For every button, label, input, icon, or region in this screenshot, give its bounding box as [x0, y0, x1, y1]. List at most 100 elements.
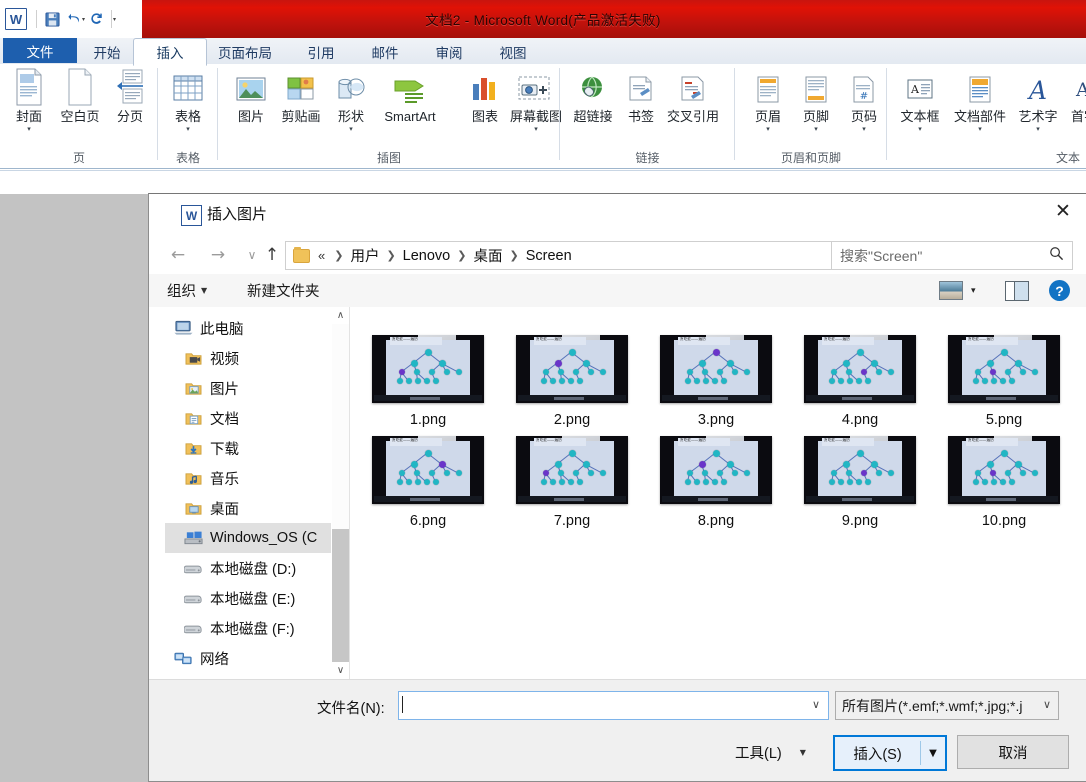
up-button[interactable]: ↑	[257, 240, 287, 270]
file-item[interactable]: 贪吃蛇——遍历 5.png	[936, 335, 1072, 428]
scrollbar-thumb[interactable]	[332, 529, 349, 664]
file-type-filter[interactable]: 所有图片(*.emf;*.wmf;*.jpg;*.j ∨	[835, 691, 1059, 720]
chevron-down-icon[interactable]: ▾	[918, 126, 922, 134]
tab-review[interactable]: 审阅	[412, 38, 486, 66]
ribbon-page-break[interactable]: 分页	[101, 68, 159, 124]
forward-button[interactable]: →	[203, 240, 233, 270]
file-item[interactable]: 贪吃蛇——遍历 2.png	[504, 335, 640, 428]
file-item[interactable]: 贪吃蛇——遍历 9.png	[792, 436, 928, 529]
sidebar-item-disk-e[interactable]: 本地磁盘 (E:)	[165, 583, 341, 613]
navigation-pane-scrollbar[interactable]: ∧ ∨	[331, 307, 349, 679]
graph-node	[438, 460, 446, 468]
sidebar-item-music[interactable]: 音乐	[165, 463, 341, 493]
ribbon-table[interactable]: 表格 ▾	[159, 68, 217, 134]
view-mode-dropdown[interactable]: ▾	[971, 278, 976, 303]
redo-icon[interactable]	[85, 8, 107, 30]
organize-button[interactable]: 组织 ▼	[167, 279, 207, 302]
tools-button[interactable]: 工具(L) ▼	[735, 738, 806, 766]
file-thumbnail: 贪吃蛇——遍历	[804, 436, 916, 504]
sidebar-item-disk-d[interactable]: 本地磁盘 (D:)	[165, 553, 341, 583]
sidebar-item-documents[interactable]: 文档	[165, 403, 341, 433]
word-app-icon[interactable]: W	[5, 8, 27, 30]
help-button[interactable]: ?	[1049, 278, 1070, 303]
insert-dropdown-icon[interactable]: ▼	[921, 748, 945, 759]
back-button[interactable]: ←	[163, 240, 193, 270]
ribbon-label: 页脚	[802, 109, 829, 124]
sidebar-item-this-pc[interactable]: 此电脑	[165, 313, 341, 343]
sidebar-item-downloads[interactable]: 下载	[165, 433, 341, 463]
tab-file[interactable]: 文件	[3, 38, 77, 63]
search-input[interactable]: 搜索"Screen"	[831, 241, 1073, 270]
sidebar-item-desktop[interactable]: 桌面	[165, 493, 341, 523]
chevron-down-icon[interactable]: ▾	[814, 126, 818, 134]
file-item[interactable]: 贪吃蛇——遍历 1.png	[360, 335, 496, 428]
ribbon-group-header-footer: 页眉 ▾ 页脚 ▾ # 页码 ▾ 页眉和页脚	[735, 64, 887, 168]
file-thumbnail: 贪吃蛇——遍历	[516, 436, 628, 504]
scroll-down-icon[interactable]: ∨	[332, 662, 349, 679]
chevron-down-icon[interactable]: ▾	[1036, 126, 1040, 134]
close-icon[interactable]: ✕	[1041, 194, 1085, 228]
graph-node	[415, 479, 421, 485]
chevron-down-icon[interactable]: ▾	[766, 126, 770, 134]
tab-page-layout[interactable]: 页面布局	[196, 38, 294, 66]
sidebar-item-network[interactable]: 网络	[165, 643, 341, 673]
tab-mailings[interactable]: 邮件	[348, 38, 422, 66]
scroll-up-icon[interactable]: ∧	[332, 307, 349, 324]
scrollbar-track[interactable]	[332, 324, 349, 664]
search-icon[interactable]	[1049, 246, 1064, 261]
graph-node	[975, 470, 981, 476]
sidebar-item-disk-f[interactable]: 本地磁盘 (F:)	[165, 613, 341, 643]
chevron-down-icon[interactable]: ▾	[862, 126, 866, 134]
chevron-down-icon: ▼	[201, 286, 208, 295]
view-mode-button[interactable]	[939, 278, 963, 303]
tab-references[interactable]: 引用	[284, 38, 358, 66]
breadcrumb-overflow[interactable]: «	[318, 248, 325, 263]
file-item[interactable]: 贪吃蛇——遍历 3.png	[648, 335, 784, 428]
breadcrumb-item-screen[interactable]: Screen	[526, 248, 572, 264]
cancel-button[interactable]: 取消	[957, 735, 1069, 769]
new-folder-button[interactable]: 新建文件夹	[247, 279, 320, 302]
chevron-down-icon[interactable]: ▾	[978, 126, 982, 134]
graph-node	[687, 369, 693, 375]
breadcrumb-item-lenovo[interactable]: Lenovo	[403, 248, 451, 264]
ribbon-cover-page[interactable]: 封面 ▾	[0, 68, 58, 134]
graph-node	[865, 479, 871, 485]
ribbon-smartart[interactable]: SmartArt	[369, 68, 451, 124]
insert-button[interactable]: 插入(S) ▼	[833, 735, 947, 771]
ribbon-group-table: 表格 ▾ 表格	[158, 64, 218, 168]
graph-node	[568, 378, 574, 384]
graph-node	[550, 378, 556, 384]
breadcrumb-item-users[interactable]: 用户	[350, 245, 379, 266]
chevron-down-icon[interactable]: ▾	[186, 126, 190, 134]
filename-input[interactable]: ∨	[398, 691, 829, 720]
thumbnail-image: 贪吃蛇——遍历	[804, 436, 916, 504]
sidebar-item-videos[interactable]: 视频	[165, 343, 341, 373]
sidebar-item-windows-os[interactable]: Windows_OS (C	[165, 523, 341, 553]
chevron-down-icon[interactable]: ▾	[534, 126, 538, 134]
file-item[interactable]: 贪吃蛇——遍历 4.png	[792, 335, 928, 428]
divider	[36, 10, 37, 28]
graph-node	[554, 460, 562, 468]
tab-insert[interactable]: 插入	[133, 38, 207, 66]
file-item[interactable]: 贪吃蛇——遍历 8.png	[648, 436, 784, 529]
graph-node	[414, 369, 420, 375]
file-item[interactable]: 贪吃蛇——遍历 10.png	[936, 436, 1072, 529]
preview-pane-button[interactable]	[1005, 278, 1029, 303]
chevron-down-icon[interactable]: ▾	[349, 126, 353, 134]
ribbon-page-number[interactable]: # 页码 ▾	[835, 68, 893, 134]
ribbon-dropcap[interactable]: A 首字	[1055, 68, 1086, 124]
tab-view[interactable]: 视图	[476, 38, 550, 66]
chevron-down-icon[interactable]: ▾	[27, 126, 31, 134]
save-icon[interactable]	[41, 8, 63, 30]
customize-qat-icon[interactable]: ▾	[113, 16, 116, 23]
sidebar-item-pictures[interactable]: 图片	[165, 373, 341, 403]
ribbon-cross-reference[interactable]: 交叉引用	[658, 68, 728, 124]
filename-dropdown-icon[interactable]: ∨	[812, 698, 820, 711]
graph-node	[559, 479, 565, 485]
breadcrumb-item-desktop[interactable]: 桌面	[473, 245, 502, 266]
chevron-down-icon[interactable]: ∨	[1043, 698, 1051, 711]
file-item[interactable]: 贪吃蛇——遍历 6.png	[360, 436, 496, 529]
ribbon-textbox[interactable]: A 文本框 ▾	[891, 68, 949, 134]
ribbon-quick-parts[interactable]: 文档部件 ▾	[945, 68, 1015, 134]
file-item[interactable]: 贪吃蛇——遍历 7.png	[504, 436, 640, 529]
